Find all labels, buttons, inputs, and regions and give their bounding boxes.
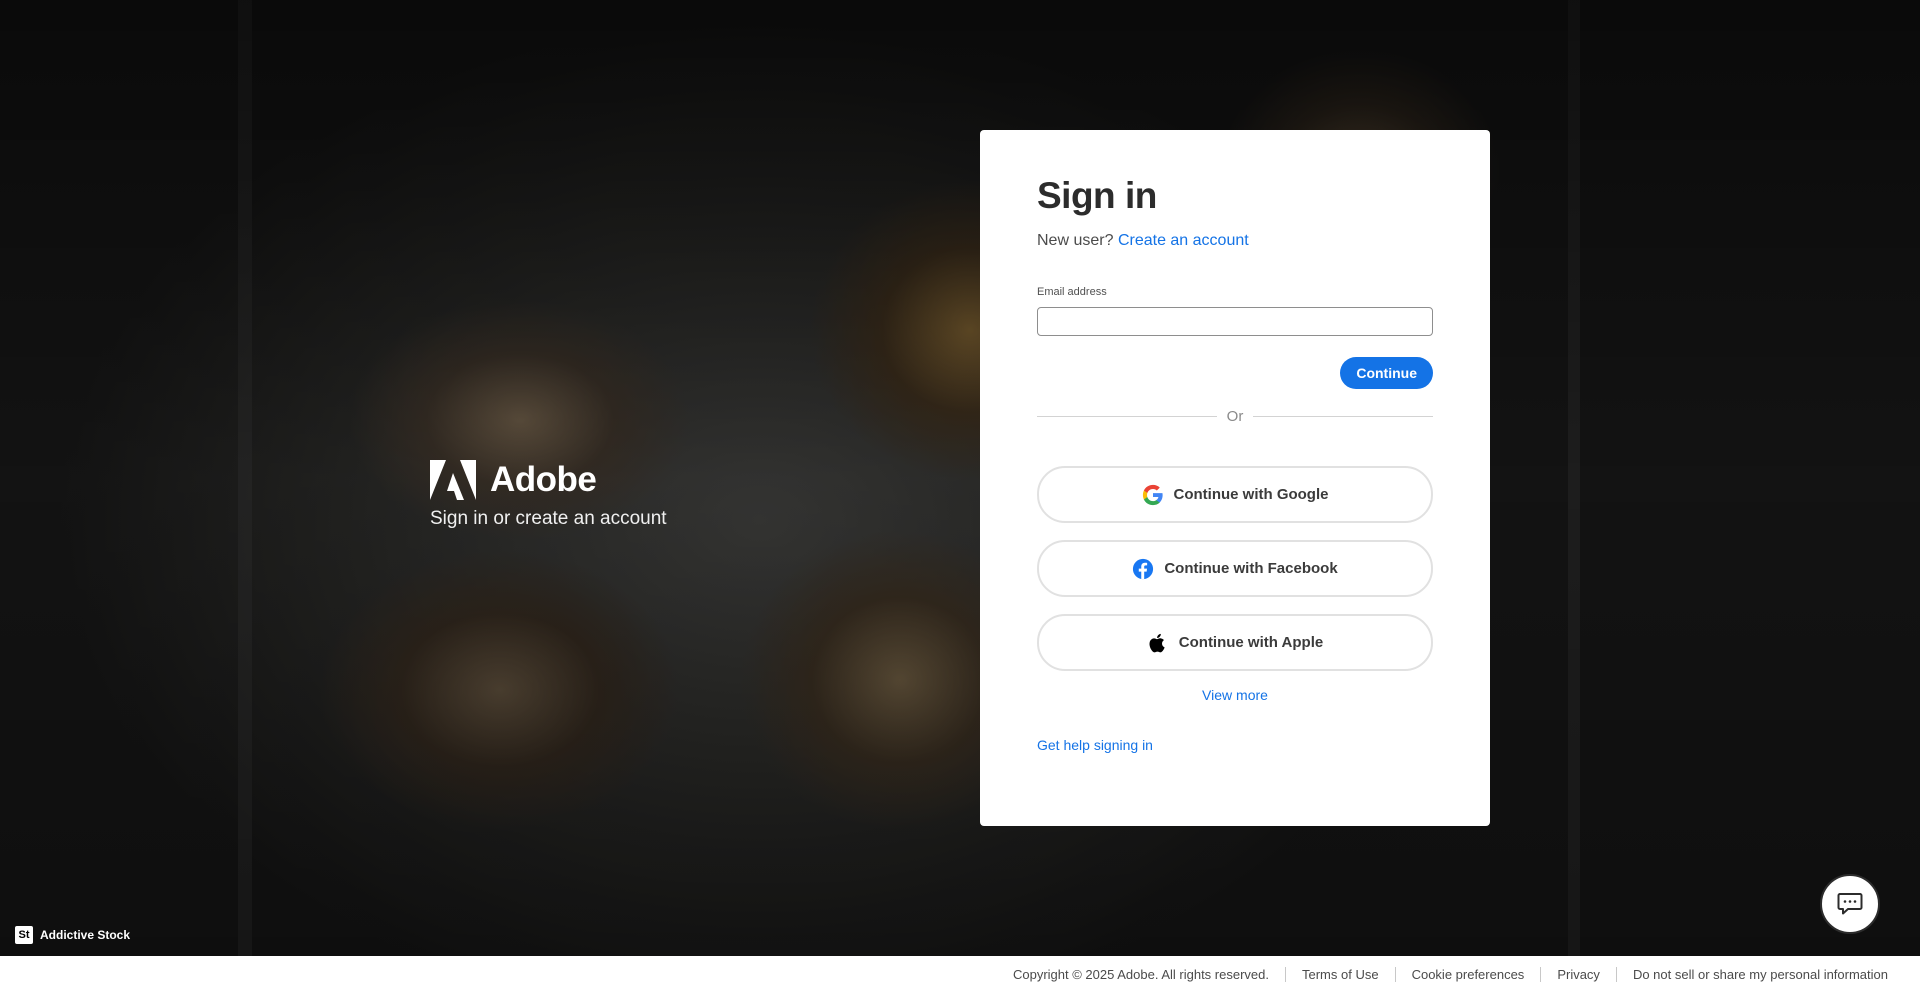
photo-credit[interactable]: St Addictive Stock — [15, 926, 130, 944]
help-signin-link[interactable]: Get help signing in — [1037, 737, 1153, 753]
create-account-link[interactable]: Create an account — [1118, 232, 1249, 249]
email-field[interactable] — [1037, 307, 1433, 336]
new-user-prompt: New user? — [1037, 232, 1114, 249]
adobe-stock-icon: St — [15, 926, 33, 944]
footer-cookies-item: Cookie preferences — [1394, 967, 1541, 982]
apple-icon — [1147, 632, 1169, 654]
divider-text: Or — [1226, 408, 1244, 425]
cookie-preferences-link[interactable]: Cookie preferences — [1412, 967, 1525, 982]
chat-button[interactable] — [1820, 874, 1880, 934]
background-shade — [0, 0, 1920, 956]
facebook-signin-label: Continue with Facebook — [1164, 560, 1338, 577]
apple-signin-button[interactable]: Continue with Apple — [1037, 614, 1433, 671]
apple-signin-label: Continue with Apple — [1178, 634, 1324, 651]
help-row: Get help signing in — [1037, 737, 1433, 753]
divider-line-left — [1037, 416, 1217, 417]
google-signin-label: Continue with Google — [1173, 486, 1329, 503]
signin-card: Sign in New user? Create an account Emai… — [980, 130, 1490, 826]
footer-terms-item: Terms of Use — [1285, 967, 1395, 982]
facebook-icon — [1132, 558, 1154, 580]
chat-icon — [1837, 893, 1863, 915]
google-signin-button[interactable]: Continue with Google — [1037, 466, 1433, 523]
google-icon — [1142, 484, 1164, 506]
continue-row: Continue — [1037, 357, 1433, 389]
facebook-signin-button[interactable]: Continue with Facebook — [1037, 540, 1433, 597]
divider-line-right — [1253, 416, 1434, 417]
brand-tagline: Sign in or create an account — [430, 508, 667, 529]
terms-link[interactable]: Terms of Use — [1302, 967, 1379, 982]
continue-button[interactable]: Continue — [1340, 357, 1433, 389]
brand-block: Adobe Sign in or create an account — [430, 460, 667, 530]
do-not-sell-link[interactable]: Do not sell or share my personal informa… — [1633, 967, 1888, 982]
footer-donotsell-item: Do not sell or share my personal informa… — [1615, 967, 1888, 982]
photo-credit-name: Addictive Stock — [40, 928, 131, 942]
new-user-row: New user? Create an account — [1037, 232, 1433, 250]
signin-title: Sign in — [1037, 175, 1157, 216]
privacy-link[interactable]: Privacy — [1557, 967, 1600, 982]
footer-copyright: Copyright © 2025 Adobe. All rights reser… — [1012, 967, 1269, 982]
social-signin-list: Continue with Google Continue with Faceb… — [1037, 466, 1433, 671]
adobe-logo-icon — [430, 460, 476, 500]
or-divider: Or — [1037, 408, 1434, 425]
brand-name: Adobe — [490, 460, 597, 499]
view-more-link[interactable]: View more — [1202, 687, 1268, 703]
background-photo — [0, 0, 1920, 956]
view-more-row: View more — [1037, 687, 1433, 703]
email-label: Email address — [1037, 286, 1107, 298]
footer-privacy-item: Privacy — [1540, 967, 1616, 982]
footer: Copyright © 2025 Adobe. All rights reser… — [0, 956, 1920, 993]
